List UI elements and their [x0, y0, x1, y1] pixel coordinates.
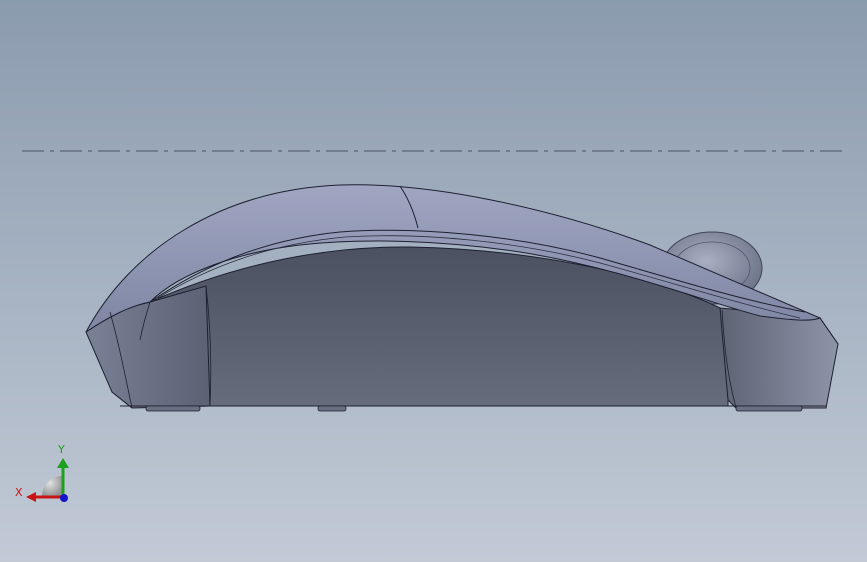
model-view[interactable] [0, 0, 867, 562]
view-orientation-triad[interactable]: Y X [10, 440, 80, 510]
view-orientation-triad-icon [26, 458, 69, 502]
mouse-rear-cap [719, 307, 839, 409]
graphics-viewport[interactable]: Y X [0, 0, 867, 562]
triad-x-label: X [15, 486, 23, 499]
mouse-foot-center [317, 405, 347, 412]
mouse-foot-rear [735, 405, 803, 412]
triad-y-label: Y [58, 443, 65, 456]
mouse-foot-front [145, 405, 201, 412]
